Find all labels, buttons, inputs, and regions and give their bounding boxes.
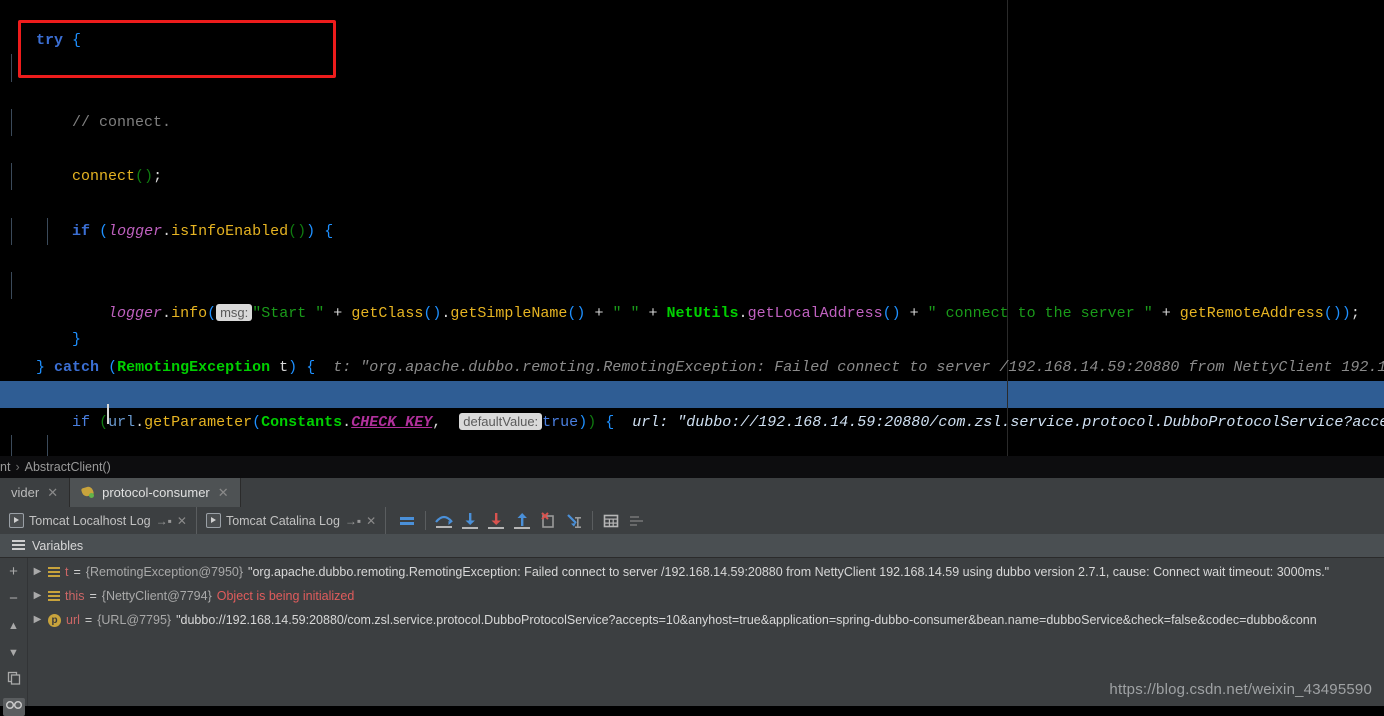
debug-variables-panel[interactable]: Variables + − ▲ ▼ ▶ t = {RemotingExcepti… [0,534,1384,716]
pin-icon[interactable]: →▪ [345,514,361,528]
text-caret [107,404,109,424]
step-over-icon[interactable] [431,510,457,532]
p-icon: p [48,613,61,627]
run-to-cursor-icon[interactable] [561,510,587,532]
move-up-button[interactable]: ▲ [3,617,25,635]
evaluate-expression-icon[interactable] [598,510,624,532]
right-margin-guide [1007,0,1008,456]
variable-value: "dubbo://192.168.14.59:20880/com.zsl.ser… [176,613,1317,627]
expander-icon[interactable]: ▶ [32,608,43,632]
breadcrumb-prefix[interactable]: nt [0,460,10,474]
breadcrumb-separator-icon: › [15,460,20,474]
code-line[interactable]: close(); [0,435,1384,456]
step-into-icon[interactable] [457,510,483,532]
variable-equals: = [89,589,97,603]
variable-value: Object is being initialized [216,589,355,603]
variables-header[interactable]: Variables [0,534,1384,558]
console-icon [9,513,24,528]
debug-tab-label: Tomcat Catalina Log [225,513,340,528]
step-out-icon[interactable] [509,510,535,532]
debug-tab-label: Tomcat Localhost Log [29,513,151,528]
expander-icon[interactable]: ▶ [32,584,43,608]
breadcrumb-item-last[interactable]: AbstractClient() [25,460,111,474]
remove-watch-button[interactable]: − [3,590,25,608]
code-line[interactable]: // connect. [0,54,1384,131]
close-icon[interactable]: ✕ [47,485,58,501]
debug-tab-tomcat-localhost-log[interactable]: Tomcat Localhost Log →▪ ✕ [0,507,197,534]
code-line[interactable]: try { [0,0,1384,49]
settings-layout-icon[interactable] [624,510,650,532]
variables-title: Variables [32,538,84,553]
variable-name: this [65,589,85,603]
variable-ref: {RemotingException@7950} [85,565,244,579]
variable-row[interactable]: ▶ t = {RemotingException@7950} "org.apac… [29,560,1384,584]
add-watch-button[interactable]: + [3,563,25,581]
run-tab-provider[interactable]: vider ✕ [0,478,71,507]
variable-name: url [66,613,80,627]
variable-equals: = [84,613,93,627]
run-tool-window-tabs[interactable]: vider ✕ protocol-consumer ✕ [0,478,1384,508]
toolbar-separator [425,511,427,530]
code-line[interactable]: connect(); [0,108,1384,185]
debug-toolbar[interactable]: Tomcat Localhost Log →▪ ✕ Tomcat Catalin… [0,507,1384,535]
move-down-button[interactable]: ▼ [3,644,25,662]
code-line-selected[interactable]: if (url.getParameter(Constants.CHECK_KEY… [0,380,1384,431]
copy-icon[interactable] [3,671,25,689]
inlay-hint-defaultvalue: defaultValue: [459,412,543,430]
inlay-hint-msg: msg: [216,304,253,322]
variable-equals: = [73,565,81,579]
run-tab-label: protocol-consumer [102,485,210,500]
force-step-into-icon[interactable] [483,510,509,532]
toolbar-separator [592,511,594,530]
run-tab-protocol-consumer[interactable]: protocol-consumer ✕ [70,478,241,507]
show-execution-point-icon[interactable] [394,510,420,532]
drop-frame-icon[interactable] [535,510,561,532]
close-icon[interactable]: ✕ [218,485,229,501]
code-editor[interactable]: try { // connect. connect(); if (logger.… [0,0,1384,456]
code-line[interactable]: if (logger.isInfoEnabled()) { [0,163,1384,240]
pin-icon[interactable]: →▪ [156,514,172,528]
close-icon[interactable]: ✕ [366,514,376,528]
variable-row[interactable]: ▶ this = {NettyClient@7794} Object is be… [29,584,1384,608]
variable-value: "org.apache.dubbo.remoting.RemotingExcep… [248,565,1330,579]
code-line[interactable]: } catch (RemotingException t) { t: ″org.… [0,326,1384,376]
debug-tab-tomcat-catalina-log[interactable]: Tomcat Catalina Log →▪ ✕ [197,507,387,534]
expander-icon[interactable]: ▶ [32,560,43,584]
list-icon [48,566,60,578]
close-icon[interactable]: ✕ [177,514,187,528]
variable-name: t [65,565,69,579]
breadcrumb[interactable]: nt › AbstractClient() [0,456,1384,478]
console-icon [205,513,221,528]
run-tab-label: vider [11,485,40,500]
code-line[interactable]: } [0,271,1384,348]
watermark: https://blog.csdn.net/weixin_43495590 [1109,681,1372,698]
bug-icon [80,485,96,499]
list-icon [48,590,60,602]
variable-ref: {NettyClient@7794} [101,589,212,603]
variable-row[interactable]: ▶ p url = {URL@7795} "dubbo://192.168.14… [29,608,1384,632]
variables-icon [12,540,25,551]
variable-ref: {URL@7795} [97,613,172,627]
glasses-icon[interactable] [2,698,25,716]
variables-side-rail[interactable]: + − ▲ ▼ [0,558,28,716]
